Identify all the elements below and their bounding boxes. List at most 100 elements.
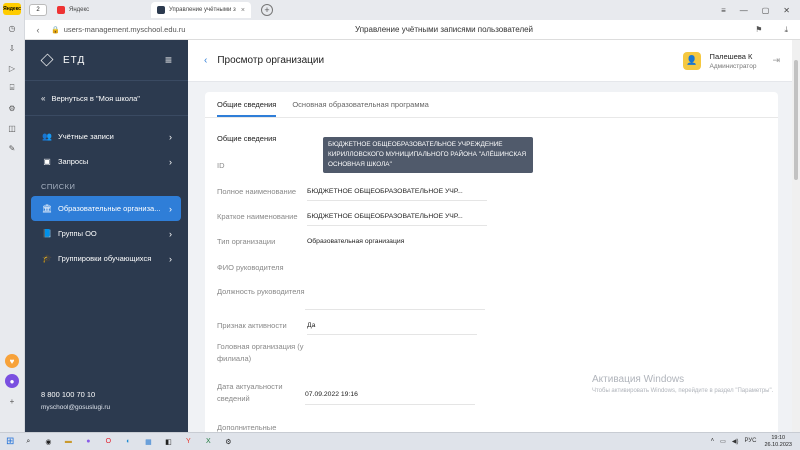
field-label: Признак активности [217, 321, 287, 330]
inbox-icon: ▣ [43, 157, 51, 166]
menu-icon[interactable]: ≡ [721, 6, 726, 15]
field-org-type: Тип организации Образовательная организа… [217, 236, 517, 250]
sidebar-item-organizations[interactable]: 🏛 Образовательные организа... › [31, 196, 181, 221]
window-controls: ≡ — ▢ ✕ [721, 6, 800, 15]
field-director-name: ФИО руководителя [217, 262, 517, 274]
graduation-icon: 🎓 [42, 254, 52, 263]
sidebar-item-accounts[interactable]: 👥 Учётные записи › [25, 124, 188, 149]
sidebar-item-student-groupings[interactable]: 🎓 Группировки обучающихся › [25, 246, 188, 271]
field-value [305, 298, 485, 310]
maximize-icon[interactable]: ▢ [762, 6, 770, 15]
field-value: 07.09.2022 19:16 [305, 389, 475, 405]
scrollbar-thumb[interactable] [794, 60, 798, 180]
back-chevron-icon[interactable]: ‹ [204, 55, 207, 66]
yandex-browser-icon[interactable]: Y [182, 436, 194, 448]
bookmark-flag-icon[interactable]: ⚑ [755, 25, 762, 35]
opera-icon[interactable]: O [102, 436, 114, 448]
user-name: Палешева К [709, 51, 753, 61]
download-icon[interactable]: ⤓ [784, 25, 788, 35]
user-role: Администратор [709, 62, 757, 70]
chevron-right-icon: › [169, 253, 172, 264]
sidebar-item-requests[interactable]: ▣ Запросы › [25, 149, 188, 174]
avatar[interactable]: 👤 [682, 51, 701, 70]
url-field[interactable]: 🔒 users-management.myschool.edu.ru [51, 25, 185, 34]
task-view-icon[interactable]: ◉ [42, 436, 54, 448]
search-icon[interactable]: ⌕ [22, 436, 34, 448]
alice-icon[interactable]: ● [82, 436, 94, 448]
sidebar-item-label: Запросы [58, 157, 89, 166]
sidebar-item-groups[interactable]: 📘 Группы ОО › [25, 221, 188, 246]
tab-yandex[interactable]: Яндекс [51, 2, 147, 18]
field-active: Признак активности Да [217, 320, 517, 335]
add-app-icon[interactable]: + [5, 394, 19, 408]
hamburger-menu-icon[interactable]: ≡ [165, 53, 172, 67]
chevron-up-icon[interactable]: ˄ [711, 438, 715, 445]
support-email[interactable]: myschool@gosuslugi.ru [41, 401, 110, 414]
field-value [305, 341, 485, 365]
logo-row: ЕТД ≡ [25, 40, 188, 80]
field-label: Тип организации [217, 237, 276, 246]
field-label: Головная организация (у филиала) [217, 342, 304, 363]
double-chevron-left-icon: « [41, 93, 46, 103]
new-tab-icon[interactable]: + [261, 4, 273, 16]
tab-counter[interactable]: 2 [29, 4, 47, 16]
logout-icon[interactable]: ⇥ [772, 55, 780, 66]
user-box: 👤 Палешева К Администратор ⇥ [682, 51, 780, 70]
tab-general-info[interactable]: Общие сведения [217, 92, 277, 117]
lock-icon: 🔒 [51, 26, 60, 34]
sidebar: ЕТД ≡ « Вернуться в "Моя школа" 👥 Учётны… [25, 40, 188, 432]
excel-icon[interactable]: X [202, 436, 214, 448]
yandex-favicon-icon [57, 6, 65, 14]
windows-activation-watermark: Активация Windows Чтобы активировать Win… [592, 374, 773, 396]
network-icon[interactable]: ▭ [720, 438, 726, 445]
clock[interactable]: 19:10 26.10.2023 [764, 435, 792, 449]
support-phone[interactable]: 8 800 100 70 10 [41, 388, 110, 401]
minimize-icon[interactable]: — [740, 6, 748, 15]
tab-main-program[interactable]: Основная образовательная программа [292, 92, 428, 117]
sidebar-item-label: Образовательные организа... [58, 204, 161, 213]
back-to-myschool-label: Вернуться в "Моя школа" [51, 93, 140, 103]
media-icon[interactable]: ▦ [142, 436, 154, 448]
field-value: Образовательная организация [307, 238, 405, 245]
extensions-icon[interactable]: ◫ [5, 121, 19, 135]
bank-icon: 🏛 [41, 204, 53, 213]
back-to-myschool-link[interactable]: « Вернуться в "Моя школа" [25, 80, 188, 116]
settings-icon[interactable]: ⚙ [5, 101, 19, 115]
history-icon[interactable]: ◷ [5, 21, 19, 35]
watermark-title: Активация Windows [592, 374, 685, 385]
tab-users-management[interactable]: Управление учётными з × [151, 2, 251, 18]
downloads-icon[interactable]: ⇩ [5, 41, 19, 55]
window-close-icon[interactable]: ✕ [783, 6, 790, 15]
file-explorer-icon[interactable]: ▬ [62, 436, 74, 448]
bookmark-icon[interactable]: ⌸ [5, 81, 19, 95]
yandex-badge[interactable]: Яндекс [3, 3, 21, 15]
language-icon[interactable]: РУС [744, 438, 756, 445]
assistant-icon[interactable]: ● [5, 374, 19, 388]
field-label: Должность руководителя [217, 287, 305, 296]
store-icon[interactable]: ◧ [162, 436, 174, 448]
vertical-scrollbar[interactable] [792, 40, 800, 432]
back-arrow-icon[interactable]: ‹ [31, 25, 45, 35]
field-value[interactable]: БЮДЖЕТНОЕ ОБЩЕОБРАЗОВАТЕЛЬНОЕ УЧР... [307, 211, 487, 226]
windows-start-icon[interactable]: ⊞ [6, 436, 14, 447]
settings-app-icon[interactable]: ⚙ [222, 436, 234, 448]
chevron-right-icon: › [169, 131, 172, 142]
notes-icon[interactable]: ✎ [5, 141, 19, 155]
url-text: users-management.myschool.edu.ru [63, 25, 186, 34]
browser-page-title: Управление учётными записями пользовател… [355, 25, 534, 34]
address-bar-actions: ⚑ ⤓ [755, 25, 800, 35]
close-icon[interactable]: × [241, 7, 245, 14]
browser-tab-bar: 2 Яндекс Управление учётными з × + ≡ — ▢… [25, 0, 800, 20]
field-value[interactable]: БЮДЖЕТНОЕ ОБЩЕОБРАЗОВАТЕЛЬНОЕ УЧР... [307, 186, 487, 201]
alisa-app-icon[interactable]: ♥ [5, 354, 19, 368]
logo-icon [40, 53, 54, 67]
play-icon[interactable]: ▷ [5, 61, 19, 75]
field-director-position: Должность руководителя [217, 286, 517, 310]
sidebar-item-label: Группировки обучающихся [58, 254, 152, 263]
book-icon: 📘 [42, 229, 52, 238]
edge-icon[interactable]: ◐ [122, 436, 134, 448]
volume-icon[interactable]: ◀) [732, 438, 739, 445]
tabs: Общие сведения Основная образовательная … [205, 92, 778, 118]
field-short-name: Краткое наименование БЮДЖЕТНОЕ ОБЩЕОБРАЗ… [217, 211, 517, 226]
field-value: Да [307, 320, 477, 335]
